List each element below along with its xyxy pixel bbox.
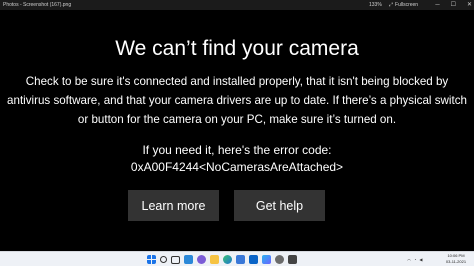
chevron-up-icon[interactable]: ︿ <box>407 256 411 262</box>
error-description: Check to be sure it's connected and inst… <box>7 75 467 126</box>
learn-more-button[interactable]: Learn more <box>128 190 219 221</box>
error-code-intro: If you need it, here's the error code: <box>142 143 332 157</box>
fullscreen-button[interactable]: ⤢ Fullscreen <box>389 0 418 10</box>
window-controls: ─ ☐ ✕ <box>435 0 472 10</box>
windows-icon[interactable] <box>147 255 156 264</box>
close-icon[interactable]: ✕ <box>467 0 472 10</box>
minimize-icon[interactable]: ─ <box>435 0 439 10</box>
task-view-icon[interactable] <box>171 255 180 264</box>
edge-icon[interactable] <box>223 255 232 264</box>
volume-icon[interactable]: ◀ <box>419 257 422 262</box>
store-icon[interactable] <box>236 255 245 264</box>
file-explorer-icon[interactable] <box>210 255 219 264</box>
maximize-icon[interactable]: ☐ <box>451 0 456 10</box>
search-icon[interactable] <box>160 256 167 263</box>
taskbar-apps <box>147 254 297 265</box>
photos-title-bar: Photos - Screenshot (167).png 133% ⤢ Ful… <box>0 0 474 10</box>
photos-icon[interactable] <box>262 255 271 264</box>
widgets-icon[interactable] <box>184 255 193 264</box>
fullscreen-label: Fullscreen <box>395 2 419 8</box>
settings-icon[interactable] <box>275 255 284 264</box>
error-code: 0xA00F4244<NoCamerasAreAttached> <box>130 160 344 174</box>
get-help-button[interactable]: Get help <box>234 190 325 221</box>
camera-icon[interactable] <box>288 255 297 264</box>
fullscreen-icon: ⤢ <box>389 2 394 8</box>
taskbar-clock[interactable]: 10:06 PM 03-11-2021 <box>441 253 471 265</box>
system-tray: ︿ ◔ ◀ <box>407 252 423 266</box>
taskbar: ︿ ◔ ◀ 10:06 PM 03-11-2021 <box>0 251 474 266</box>
mail-icon[interactable] <box>249 255 258 264</box>
zoom-level[interactable]: 133% <box>369 0 382 10</box>
window-title: Photos - Screenshot (167).png <box>3 2 72 8</box>
wifi-icon[interactable]: ◔ <box>414 257 416 262</box>
error-heading: We can’t find your camera <box>115 37 359 60</box>
taskbar-date: 03-11-2021 <box>445 259 467 264</box>
chat-icon[interactable] <box>197 255 206 264</box>
